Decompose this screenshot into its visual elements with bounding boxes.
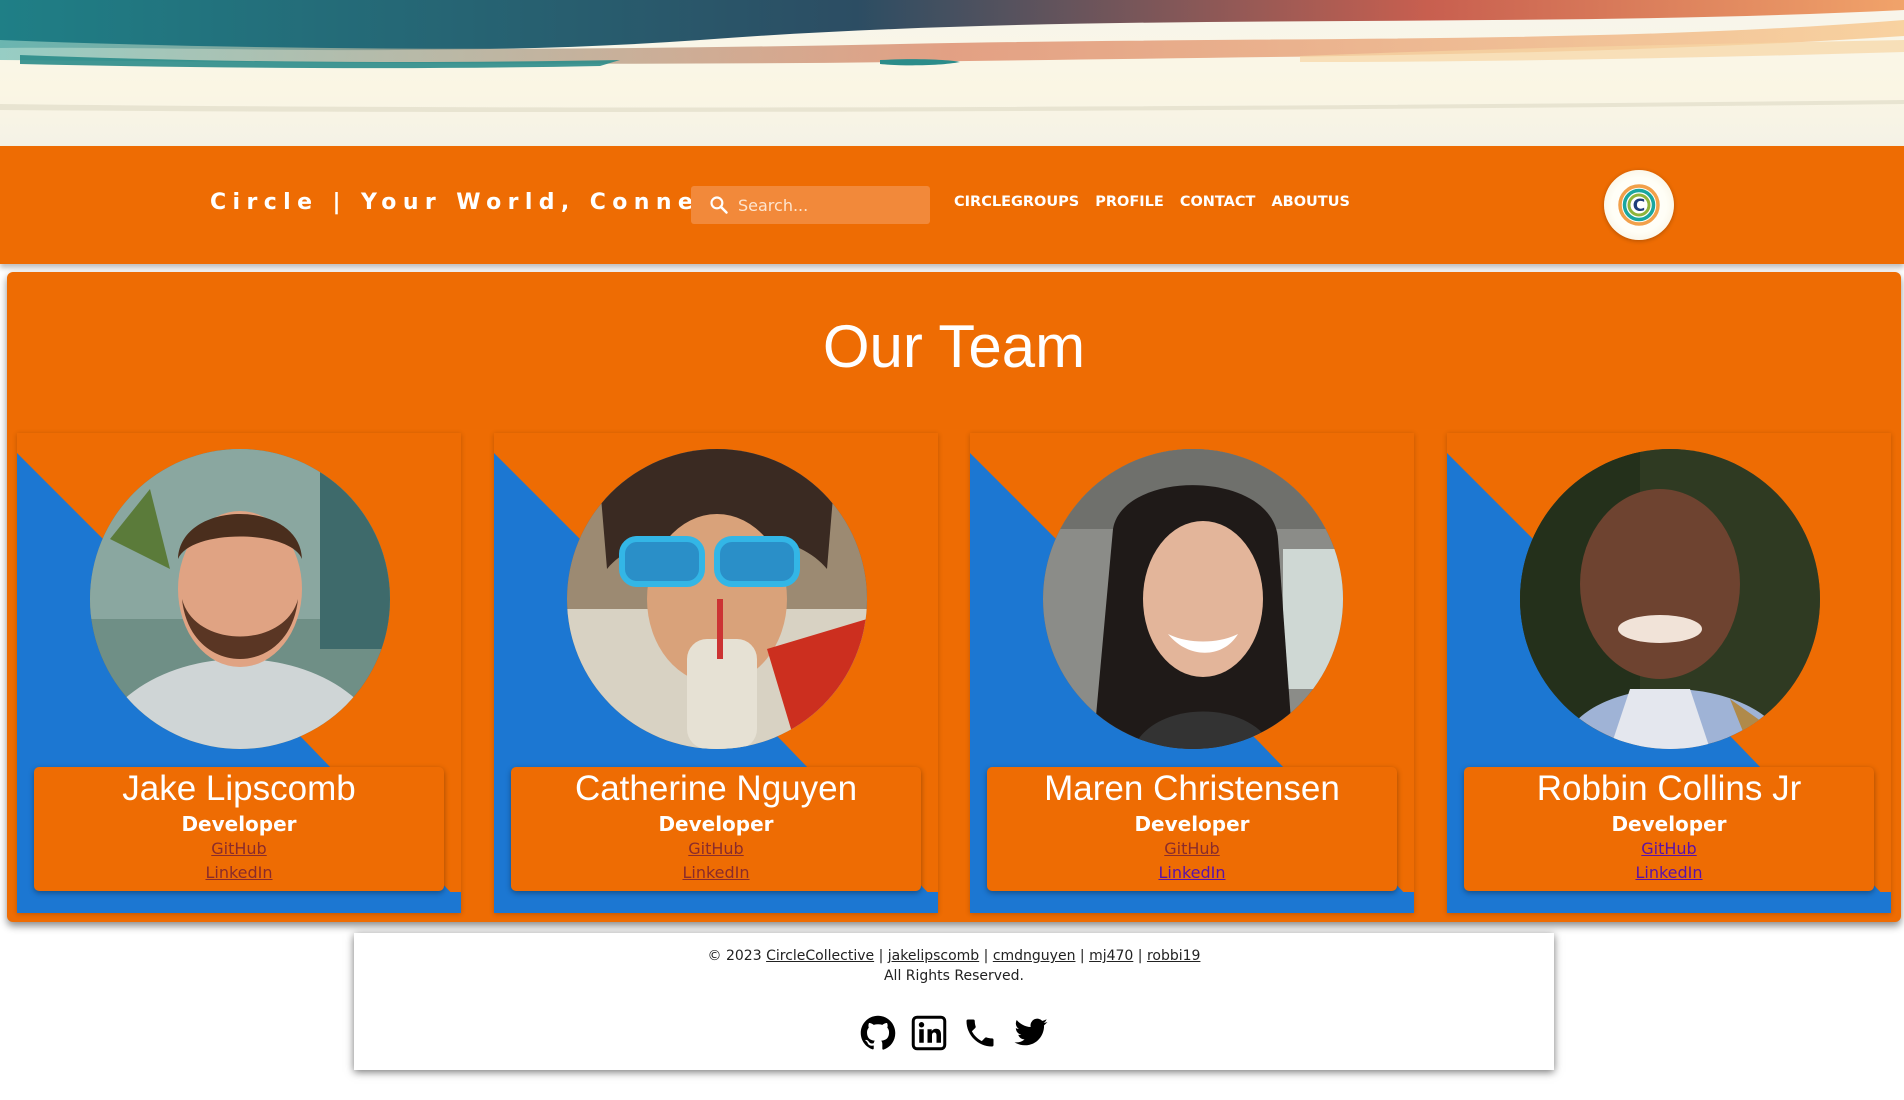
team-section: Our Team Jake Lipscomb Developer GitHub …: [7, 272, 1901, 922]
linkedin-icon[interactable]: [911, 1015, 947, 1051]
banner-art: [0, 0, 1904, 112]
nav-link-circlegroups[interactable]: CIRCLEGROUPS: [954, 194, 1079, 210]
card-strip: [1447, 892, 1891, 913]
footer-link-cmdnguyen[interactable]: cmdnguyen: [993, 948, 1076, 964]
github-link[interactable]: GitHub: [511, 837, 921, 861]
circle-logo[interactable]: C: [1604, 170, 1674, 240]
member-role: Developer: [1611, 812, 1727, 836]
footer-rights: All Rights Reserved.: [883, 968, 1025, 984]
footer-link-robbi19[interactable]: robbi19: [1147, 948, 1201, 964]
member-role: Developer: [658, 812, 774, 836]
linkedin-link[interactable]: LinkedIn: [1464, 861, 1874, 885]
linkedin-link[interactable]: LinkedIn: [987, 861, 1397, 885]
member-name: Robbin Collins Jr: [1536, 769, 1802, 808]
github-link[interactable]: GitHub: [1464, 837, 1874, 861]
member-role: Developer: [181, 812, 297, 836]
profile-photo-catherine: [567, 449, 867, 749]
member-info: Maren Christensen Developer GitHub Linke…: [987, 767, 1397, 891]
member-info: Jake Lipscomb Developer GitHub LinkedIn: [34, 767, 444, 891]
card-strip: [17, 892, 461, 913]
footer: © 2023 CircleCollective | jakelipscomb |…: [354, 933, 1554, 1070]
profile-photo-maren: [1043, 449, 1343, 749]
member-info: Robbin Collins Jr Developer GitHub Linke…: [1464, 767, 1874, 891]
navbar: Circle | Your World, Connected CIRCLEGRO…: [0, 146, 1904, 264]
profile-photo-jake: [90, 449, 390, 749]
team-card-jake: Jake Lipscomb Developer GitHub LinkedIn: [17, 433, 461, 913]
github-link[interactable]: GitHub: [987, 837, 1397, 861]
circle-logo-icon: C: [1618, 184, 1660, 226]
footer-link-jakelipscomb[interactable]: jakelipscomb: [888, 948, 979, 964]
phone-icon[interactable]: [962, 1015, 998, 1051]
footer-separator: |: [1137, 948, 1143, 964]
team-card-maren: Maren Christensen Developer GitHub Linke…: [970, 433, 1414, 913]
footer-link-mj470[interactable]: mj470: [1089, 948, 1133, 964]
copyright-text: © 2023: [707, 948, 762, 964]
social-icons: [860, 1015, 1049, 1051]
search-box[interactable]: [691, 186, 930, 224]
github-link[interactable]: GitHub: [34, 837, 444, 861]
search-input[interactable]: [738, 186, 923, 224]
card-strip: [970, 892, 1414, 913]
svg-text:C: C: [1633, 196, 1645, 216]
github-icon[interactable]: [860, 1015, 896, 1051]
nav-link-profile[interactable]: PROFILE: [1095, 194, 1164, 210]
footer-separator: |: [983, 948, 989, 964]
footer-copyright: © 2023 CircleCollective | jakelipscomb |…: [354, 948, 1554, 964]
header-banner: [0, 0, 1904, 146]
team-card-robbin: Robbin Collins Jr Developer GitHub Linke…: [1447, 433, 1891, 913]
team-title: Our Team: [822, 313, 1086, 380]
linkedin-link[interactable]: LinkedIn: [34, 861, 444, 885]
footer-separator: |: [1079, 948, 1085, 964]
nav-links: CIRCLEGROUPS PROFILE CONTACT ABOUTUS: [954, 194, 1350, 210]
footer-separator: |: [878, 948, 884, 964]
member-name: Jake Lipscomb: [122, 769, 356, 808]
member-name: Maren Christensen: [1044, 769, 1340, 808]
nav-link-aboutus[interactable]: ABOUTUS: [1271, 194, 1349, 210]
member-info: Catherine Nguyen Developer GitHub Linked…: [511, 767, 921, 891]
linkedin-link[interactable]: LinkedIn: [511, 861, 921, 885]
member-role: Developer: [1134, 812, 1250, 836]
member-name: Catherine Nguyen: [574, 769, 858, 808]
nav-link-contact[interactable]: CONTACT: [1180, 194, 1256, 210]
twitter-icon[interactable]: [1013, 1015, 1049, 1051]
profile-photo-robbin: [1520, 449, 1820, 749]
search-icon: [709, 195, 729, 219]
card-strip: [494, 892, 938, 913]
team-card-catherine: Catherine Nguyen Developer GitHub Linked…: [494, 433, 938, 913]
footer-link-circlecollective[interactable]: CircleCollective: [766, 948, 874, 964]
